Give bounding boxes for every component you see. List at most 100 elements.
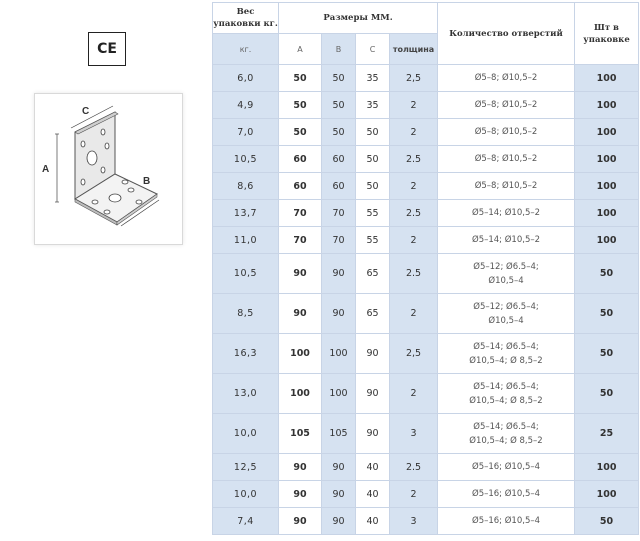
ce-mark: CE [88,32,126,66]
cell-pcs: 50 [574,333,640,374]
cell-b: 90 [321,507,356,535]
holes-line: Ø10,5–4; Ø 8,5–2 [469,395,543,406]
cell-holes: Ø5–8; Ø10,5–2 [437,118,576,146]
cell-pcs: 100 [574,172,640,200]
cell-b: 50 [321,118,356,146]
cell-a: 50 [278,118,322,146]
holes-line: Ø10,5–4; Ø 8,5–2 [469,435,543,446]
cell-thickness: 2,5 [388,333,439,374]
cell-c: 65 [355,253,390,294]
holes-line: Ø5–16; Ø10,5–4 [472,516,541,526]
cell-b: 105 [321,413,356,454]
table-row: 6,0 50 50 35 2,5 Ø5–8; Ø10,5–2 100 [212,64,640,92]
cell-b: 60 [321,145,356,173]
holes-line: Ø5–14; Ø6.5–4; [473,421,539,432]
holes-line: Ø5–8; Ø10,5–2 [474,127,538,137]
holes-line: Ø5–8; Ø10,5–2 [474,154,538,164]
cell-thickness: 2 [388,293,439,334]
bracket-diagram: A C B [34,93,183,245]
cell-a: 90 [278,253,322,294]
table-row: 4,9 50 50 35 2 Ø5–8; Ø10,5–2 100 [212,91,640,119]
header-weight: Вес упаковки кг. [212,2,279,34]
cell-holes: Ø5–14; Ø6.5–4; Ø10,5–4; Ø 8,5–2 [437,333,576,374]
cell-c: 90 [355,373,390,414]
cell-holes: Ø5–14; Ø6.5–4; Ø10,5–4; Ø 8,5–2 [437,413,576,454]
cell-c: 40 [355,507,390,535]
header-weight-unit: кг. [212,33,279,65]
cell-c: 90 [355,333,390,374]
cell-pcs: 100 [574,91,640,119]
cell-b: 100 [321,333,356,374]
cell-thickness: 2 [388,480,439,508]
cell-pcs: 50 [574,293,640,334]
cell-weight: 10,0 [212,413,279,454]
cell-weight: 7,0 [212,118,279,146]
holes-line: Ø5–8; Ø10,5–2 [474,100,538,110]
cell-holes: Ø5–14; Ø6.5–4; Ø10,5–4; Ø 8,5–2 [437,373,576,414]
cell-b: 70 [321,226,356,254]
cell-holes: Ø5–8; Ø10,5–2 [437,172,576,200]
cell-holes: Ø5–16; Ø10,5–4 [437,507,576,535]
table-row: 8,5 90 90 65 2 Ø5–12; Ø6.5–4; Ø10,5–4 50 [212,293,640,334]
cell-holes: Ø5–14; Ø10,5–2 [437,199,576,227]
cell-b: 90 [321,480,356,508]
cell-thickness: 2.5 [388,453,439,481]
cell-pcs: 100 [574,199,640,227]
cell-b: 60 [321,172,356,200]
cell-pcs: 100 [574,145,640,173]
cell-weight: 10,5 [212,145,279,173]
cell-b: 90 [321,253,356,294]
header-dimensions: Размеры ММ. [277,2,439,34]
spec-table: Вес упаковки кг. Размеры ММ. Количество … [212,2,640,535]
cell-pcs: 100 [574,226,640,254]
dimension-label-c: C [82,106,89,117]
cell-weight: 6,0 [212,64,279,92]
cell-b: 50 [321,91,356,119]
cell-c: 55 [355,199,390,227]
cell-c: 65 [355,293,390,334]
cell-c: 50 [355,172,390,200]
cell-a: 60 [278,172,322,200]
cell-pcs: 100 [574,64,640,92]
cell-holes: Ø5–8; Ø10,5–2 [437,64,576,92]
cell-holes: Ø5–12; Ø6.5–4; Ø10,5–4 [437,253,576,294]
cell-holes: Ø5–16; Ø10,5–4 [437,480,576,508]
cell-b: 70 [321,199,356,227]
table-row: 7,0 50 50 50 2 Ø5–8; Ø10,5–2 100 [212,118,640,146]
holes-line: Ø5–14; Ø6.5–4; [473,381,539,392]
cell-pcs: 50 [574,373,640,414]
ce-mark-text: CE [97,41,117,57]
spec-table-body: 6,0 50 50 35 2,5 Ø5–8; Ø10,5–2 100 4,9 50 50 35 2 Ø5… [212,64,640,535]
cell-thickness: 2,5 [388,64,439,92]
cell-holes: Ø5–8; Ø10,5–2 [437,91,576,119]
cell-weight: 8,6 [212,172,279,200]
cell-thickness: 2 [388,172,439,200]
cell-thickness: 2 [388,118,439,146]
header-col-b: B [321,33,356,65]
cell-pcs: 25 [574,413,640,454]
cell-holes: Ø5–16; Ø10,5–4 [437,453,576,481]
cell-a: 70 [278,226,322,254]
table-row: 10,5 90 90 65 2.5 Ø5–12; Ø6.5–4; Ø10,5–4 50 [212,253,640,294]
cell-pcs: 100 [574,118,640,146]
cell-holes: Ø5–14; Ø10,5–2 [437,226,576,254]
cell-weight: 11,0 [212,226,279,254]
table-row: 8,6 60 60 50 2 Ø5–8; Ø10,5–2 100 [212,172,640,200]
holes-line: Ø5–12; Ø6.5–4; [473,301,539,312]
cell-c: 50 [355,145,390,173]
holes-line: Ø5–14; Ø10,5–2 [472,208,541,218]
cell-thickness: 3 [388,413,439,454]
cell-thickness: 2.5 [388,253,439,294]
header-col-a: A [278,33,322,65]
holes-line: Ø5–16; Ø10,5–4 [472,489,541,499]
cell-b: 90 [321,453,356,481]
cell-a: 90 [278,507,322,535]
dimension-label-b: B [143,176,150,187]
cell-weight: 10,0 [212,480,279,508]
table-row: 13,0 100 100 90 2 Ø5–14; Ø6.5–4; Ø10,5–4; Ø 8,… [212,373,640,414]
cell-weight: 4,9 [212,91,279,119]
cell-a: 70 [278,199,322,227]
holes-line: Ø5–14; Ø10,5–2 [472,235,541,245]
table-row: 11,0 70 70 55 2 Ø5–14; Ø10,5–2 100 [212,226,640,254]
cell-thickness: 2 [388,373,439,414]
